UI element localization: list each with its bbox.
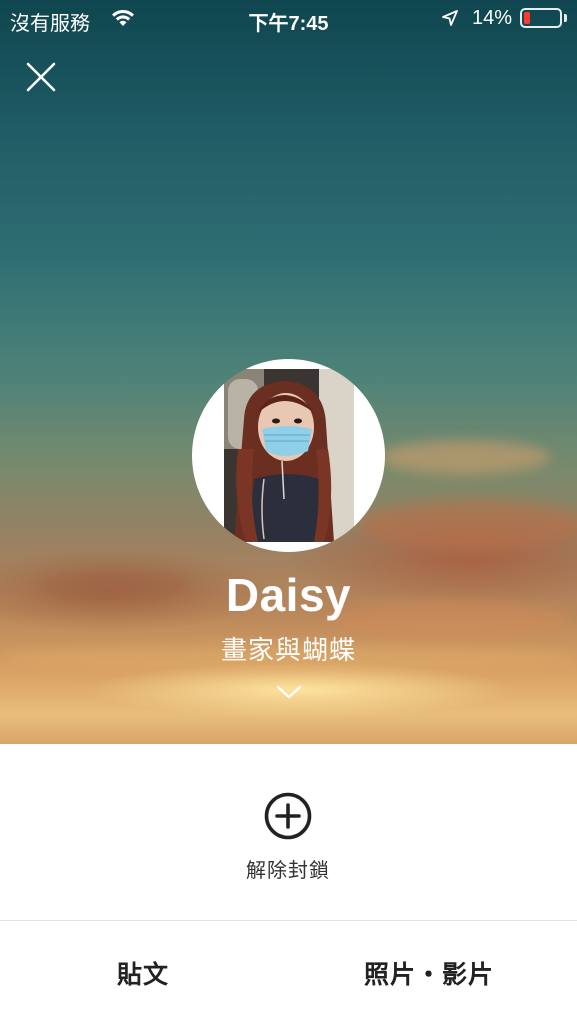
plus-circle-icon [264, 792, 312, 840]
close-icon [26, 62, 56, 92]
unblock-label: 解除封鎖 [246, 860, 330, 882]
status-bar: 沒有服務 下午7:45 14% [0, 0, 577, 38]
battery-tip [564, 14, 567, 22]
action-area: 解除封鎖 [0, 744, 577, 920]
chevron-down-icon [276, 685, 302, 699]
unblock-button[interactable]: 解除封鎖 [238, 792, 338, 892]
expand-profile-button[interactable] [276, 684, 302, 700]
profile-name: Daisy [225, 569, 352, 621]
close-button[interactable] [24, 60, 58, 94]
avatar[interactable] [192, 359, 385, 552]
tab-posts[interactable]: 貼文 [117, 955, 169, 991]
tab-photos-videos[interactable]: 照片・影片 [364, 955, 494, 991]
profile-photo [224, 369, 354, 542]
battery-percent: 14% [472, 7, 513, 29]
profile-tabs: 貼文 照片・影片 [0, 921, 577, 1024]
location-arrow-icon [441, 9, 459, 32]
status-message: 畫家與蝴蝶 [220, 635, 356, 665]
battery-icon [520, 8, 562, 28]
